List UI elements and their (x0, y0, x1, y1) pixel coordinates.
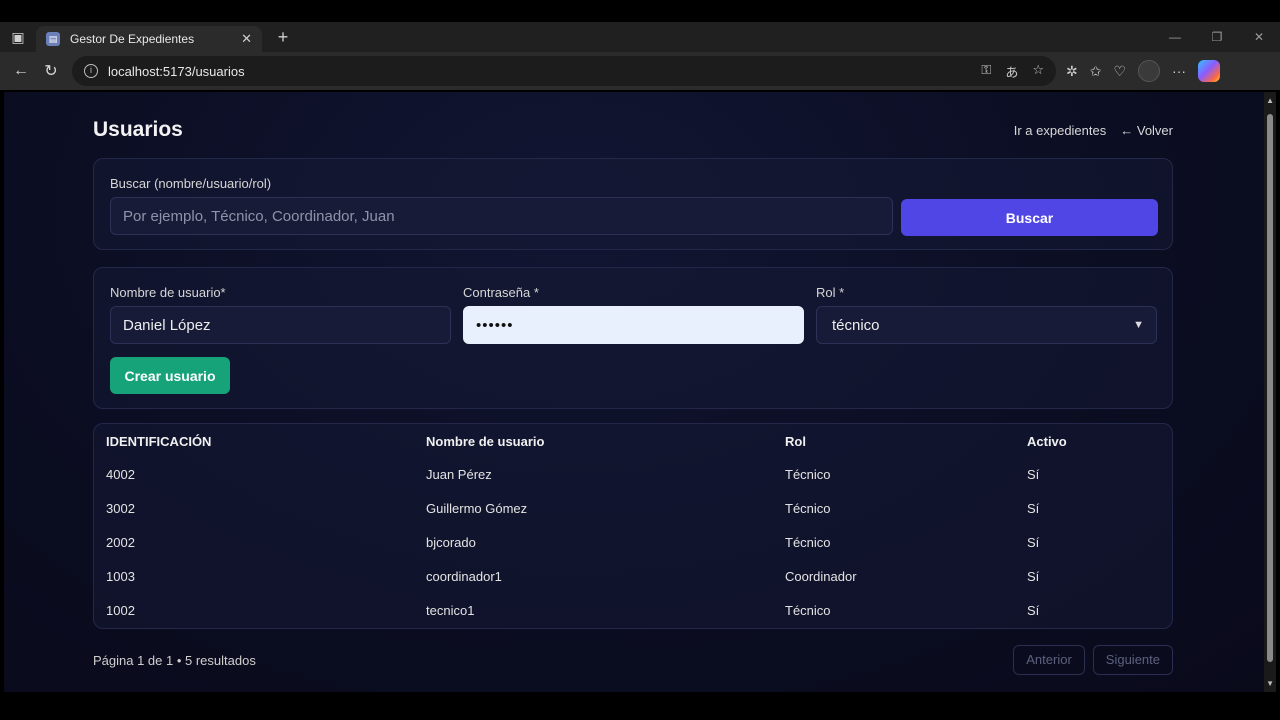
username-label: Nombre de usuario* (110, 285, 226, 300)
search-label: Buscar (nombre/usuario/rol) (110, 176, 272, 191)
cell-username: bjcorado (426, 534, 476, 550)
chevron-down-icon: ▼ (1133, 319, 1144, 331)
close-window-icon[interactable]: ✕ (1238, 22, 1280, 52)
cell-active: Sí (1027, 602, 1040, 618)
column-header-role: Rol (785, 433, 806, 449)
users-table: IDENTIFICACIÓN Nombre de usuario Rol Act… (94, 424, 1174, 627)
reload-icon[interactable]: ↻ (36, 56, 66, 86)
key-icon[interactable]: ⚿ (981, 62, 991, 81)
column-header-id: IDENTIFICACIÓN (106, 433, 212, 449)
create-user-button[interactable]: Crear usuario (110, 357, 230, 394)
cell-role: Técnico (785, 602, 831, 618)
page-viewport: Usuarios Ir a expedientes ← Volver Busca… (4, 92, 1276, 692)
username-value: Daniel López (123, 316, 211, 334)
cell-id: 4002 (106, 467, 135, 483)
cell-active: Sí (1027, 501, 1040, 517)
password-label: Contraseña * (463, 285, 539, 300)
cell-id: 1003 (106, 568, 135, 584)
cell-active: Sí (1027, 534, 1040, 550)
username-field[interactable]: Daniel López (110, 306, 451, 344)
pagination-info: Página 1 de 1 • 5 resultados (93, 652, 256, 668)
favicon-icon: ▤ (46, 32, 60, 46)
column-header-username: Nombre de usuario (426, 433, 545, 449)
page-title: Usuarios (93, 118, 183, 141)
scrollbar-thumb[interactable] (1267, 114, 1273, 662)
nav-bar: ← ↻ i localhost:5173/usuarios ⚿ あ ☆ ✲ ✩ … (0, 52, 1280, 90)
cell-role: Coordinador (785, 568, 857, 584)
cell-role: Técnico (785, 467, 831, 483)
password-field[interactable]: •••••• (463, 306, 804, 344)
pager: Anterior Siguiente (1013, 645, 1173, 675)
password-value: •••••• (476, 316, 514, 334)
table-row: 1002 tecnico1 Técnico Sí (94, 593, 1174, 627)
browser-chrome: ▣ ▤ Gestor De Expedientes ✕ + — ❐ ✕ ← ↻ … (0, 22, 1280, 90)
restore-icon[interactable]: ❐ (1196, 22, 1238, 52)
extensions-icon[interactable]: ✲ (1066, 63, 1078, 80)
back-link[interactable]: ← Volver (1120, 123, 1173, 138)
cell-username: Guillermo Gómez (426, 501, 528, 517)
window-controls: — ❐ ✕ (1154, 22, 1280, 52)
table-row: 3002 Guillermo Gómez Técnico Sí (94, 492, 1174, 526)
tab-actions-icon[interactable]: ▣ (0, 22, 36, 52)
more-menu-icon[interactable]: ··· (1172, 63, 1186, 79)
header-links: Ir a expedientes ← Volver (1014, 123, 1173, 138)
previous-page-button[interactable]: Anterior (1013, 645, 1085, 675)
role-label: Rol * (816, 285, 845, 300)
site-info-icon[interactable]: i (84, 64, 98, 78)
next-page-button[interactable]: Siguiente (1092, 645, 1173, 675)
address-actions: ⚿ あ ☆ (981, 62, 1044, 81)
new-tab-icon[interactable]: + (268, 27, 298, 48)
cell-role: Técnico (785, 501, 831, 517)
table-header-row: IDENTIFICACIÓN Nombre de usuario Rol Act… (94, 424, 1174, 458)
cell-username: Juan Pérez (426, 467, 492, 483)
favorites-icon[interactable]: ✩ (1090, 63, 1102, 80)
cell-id: 3002 (106, 501, 135, 517)
vertical-scrollbar[interactable]: ▲ ▼ (1264, 92, 1276, 692)
browser-tab[interactable]: ▤ Gestor De Expedientes ✕ (36, 26, 262, 52)
table-row: 4002 Juan Pérez Técnico Sí (94, 458, 1174, 492)
tab-bar: ▣ ▤ Gestor De Expedientes ✕ + — ❐ ✕ (0, 22, 1280, 52)
column-header-active: Activo (1027, 433, 1067, 449)
copilot-icon[interactable] (1198, 60, 1221, 82)
scroll-down-icon[interactable]: ▼ (1266, 679, 1274, 688)
cell-active: Sí (1027, 568, 1040, 584)
back-icon[interactable]: ← (6, 56, 36, 86)
address-bar[interactable]: i localhost:5173/usuarios ⚿ あ ☆ (72, 56, 1056, 86)
scroll-up-icon[interactable]: ▲ (1266, 96, 1274, 105)
create-user-card: Nombre de usuario* Daniel López Contrase… (93, 267, 1173, 409)
users-table-card: IDENTIFICACIÓN Nombre de usuario Rol Act… (93, 423, 1173, 629)
close-tab-icon[interactable]: ✕ (241, 31, 252, 47)
url-text[interactable]: localhost:5173/usuarios (108, 64, 971, 79)
pagination-footer: Página 1 de 1 • 5 resultados Anterior Si… (93, 645, 1173, 675)
toolbar: ✲ ✩ ♡ ··· (1066, 60, 1221, 82)
search-button[interactable]: Buscar (901, 199, 1158, 236)
favorite-star-icon[interactable]: ☆ (1032, 62, 1044, 81)
cell-active: Sí (1027, 467, 1040, 483)
cell-id: 1002 (106, 602, 135, 618)
cell-username: tecnico1 (426, 602, 475, 618)
role-value: técnico (832, 316, 880, 334)
minimize-icon[interactable]: — (1154, 22, 1196, 52)
profile-avatar[interactable] (1138, 60, 1161, 82)
browser-essentials-icon[interactable]: ♡ (1113, 63, 1126, 80)
cell-role: Técnico (785, 534, 831, 550)
page-header: Usuarios Ir a expedientes ← Volver (93, 118, 1173, 142)
role-select[interactable]: técnico ▼ (816, 306, 1157, 344)
search-card: Buscar (nombre/usuario/rol) Buscar (93, 158, 1173, 250)
cell-username: coordinador1 (426, 568, 502, 584)
search-input[interactable] (110, 197, 893, 235)
tab-title: Gestor De Expedientes (70, 32, 195, 46)
table-row: 1003 coordinador1 Coordinador Sí (94, 559, 1174, 593)
translate-icon[interactable]: あ (1005, 62, 1018, 81)
table-row: 2002 bjcorado Técnico Sí (94, 526, 1174, 560)
go-to-expedientes-link[interactable]: Ir a expedientes (1014, 123, 1107, 138)
cell-id: 2002 (106, 534, 135, 550)
